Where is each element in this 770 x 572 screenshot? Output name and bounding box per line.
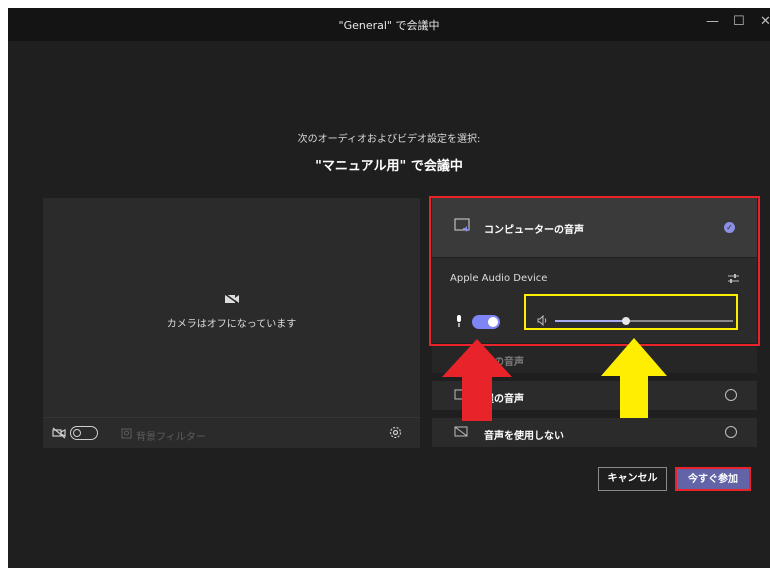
camera-off-icon (224, 293, 239, 305)
device-settings-gear-icon[interactable] (389, 426, 402, 439)
camera-controls-bar: 背景フィルター (43, 417, 420, 448)
title-bar: "General" で会議中 — ☐ ✕ (8, 8, 770, 41)
camera-off-indicator: カメラはオフになっています (43, 290, 420, 330)
window-title: "General" で会議中 (338, 19, 440, 32)
maximize-button[interactable]: ☐ (733, 14, 745, 29)
no-audio-label: 音声を使用しない (484, 431, 564, 442)
cancel-button[interactable]: キャンセル (598, 467, 667, 491)
room-audio-radio[interactable] (725, 389, 737, 401)
volume-slider-highlight (524, 294, 738, 330)
camera-preview: カメラはオフになっています 背景フィルター (43, 198, 420, 448)
background-filter-button[interactable]: 背景フィルター (136, 428, 206, 443)
red-arrow-up-icon (442, 339, 512, 421)
close-button[interactable]: ✕ (760, 14, 770, 29)
camera-toggle[interactable] (70, 426, 98, 440)
meeting-title: "マニュアル用" で会議中 (315, 159, 463, 174)
camera-toggle-knob (73, 429, 81, 437)
yellow-arrow-up-icon (601, 338, 667, 418)
meeting-prejoin-window: "General" で会議中 — ☐ ✕ 次のオーディオおよびビデオ設定を選択:… (8, 8, 770, 568)
settings-subtitle: 次のオーディオおよびビデオ設定を選択: (297, 134, 481, 145)
no-audio-icon (454, 426, 468, 437)
camera-off-small-icon (52, 427, 66, 439)
background-filter-icon (121, 428, 132, 439)
join-now-button[interactable]: 今すぐ参加 (675, 467, 751, 491)
minimize-button[interactable]: — (706, 14, 719, 29)
camera-off-text: カメラはオフになっています (166, 319, 297, 330)
no-audio-radio[interactable] (725, 426, 737, 438)
no-audio-option[interactable]: 音声を使用しない (432, 418, 757, 447)
